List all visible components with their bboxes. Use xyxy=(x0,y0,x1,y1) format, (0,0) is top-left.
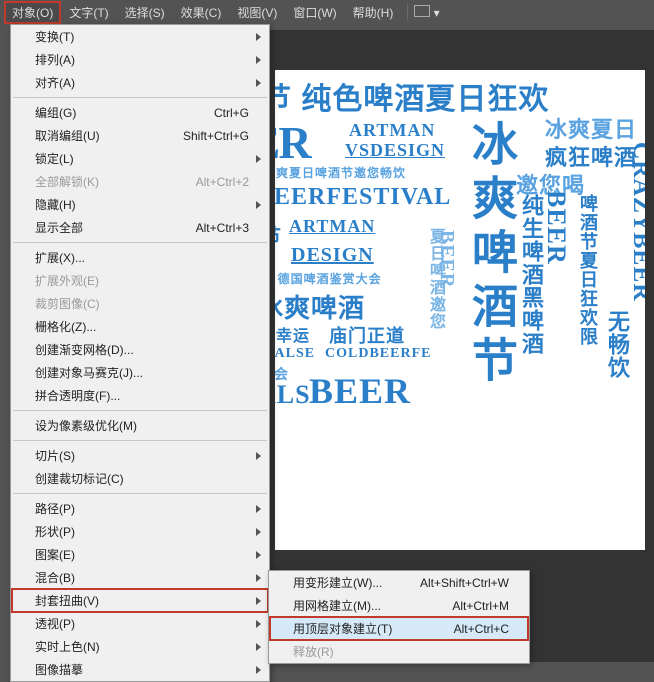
submenu-arrow-icon xyxy=(256,505,261,513)
art-text: 庙门正道 xyxy=(329,322,405,348)
shortcut: Alt+Shift+Ctrl+W xyxy=(420,576,509,590)
shortcut: Alt+Ctrl+3 xyxy=(196,221,249,235)
art-text: , 德国啤酒鉴赏大会 xyxy=(275,270,382,287)
art-text: 啤酒节夏日狂欢限 xyxy=(575,194,601,346)
submenu-make-warp[interactable]: 用变形建立(W)...Alt+Shift+Ctrl+W xyxy=(269,571,529,594)
shortcut: Ctrl+G xyxy=(214,106,249,120)
submenu-arrow-icon xyxy=(256,597,261,605)
submenu-arrow-icon xyxy=(256,452,261,460)
menu-shape[interactable]: 形状(P) xyxy=(11,520,269,543)
menu-ungroup[interactable]: 取消编组(U)Shift+Ctrl+G xyxy=(11,124,269,147)
separator xyxy=(13,440,267,441)
shortcut: Alt+Ctrl+C xyxy=(454,622,509,636)
submenu-make-top-object[interactable]: 用顶层对象建立(T)Alt+Ctrl+C xyxy=(269,617,529,640)
submenu-arrow-icon xyxy=(256,666,261,674)
submenu-release: 释放(R) xyxy=(269,640,529,663)
menu-window[interactable]: 窗口(W) xyxy=(285,1,344,24)
menu-rasterize[interactable]: 栅格化(Z)... xyxy=(11,315,269,338)
menu-perspective[interactable]: 透视(P) xyxy=(11,612,269,635)
menu-gradient-mesh[interactable]: 创建渐变网格(D)... xyxy=(11,338,269,361)
art-text: 无畅饮 xyxy=(601,310,633,379)
menu-pattern[interactable]: 图案(E) xyxy=(11,543,269,566)
menu-transform[interactable]: 变换(T) xyxy=(11,25,269,48)
art-text: ARTMAN xyxy=(349,120,435,141)
menu-show-all[interactable]: 显示全部Alt+Ctrl+3 xyxy=(11,216,269,239)
menu-select[interactable]: 选择(S) xyxy=(117,1,173,24)
submenu-arrow-icon xyxy=(256,56,261,64)
shortcut: Shift+Ctrl+G xyxy=(183,129,249,143)
art-text: BEER xyxy=(309,370,411,412)
menu-live-paint[interactable]: 实时上色(N) xyxy=(11,635,269,658)
menu-type[interactable]: 文字(T) xyxy=(61,1,116,24)
menu-view[interactable]: 视图(V) xyxy=(229,1,285,24)
menubar: 对象(O) 文字(T) 选择(S) 效果(C) 视图(V) 窗口(W) 帮助(H… xyxy=(0,0,654,24)
shortcut: Alt+Ctrl+2 xyxy=(196,175,249,189)
art-text: BEERFESTIVAL xyxy=(275,184,451,211)
menu-hide[interactable]: 隐藏(H) xyxy=(11,193,269,216)
menu-slice[interactable]: 切片(S) xyxy=(11,444,269,467)
art-text: CRAZYBEER xyxy=(627,142,645,302)
art-text: EER xyxy=(275,116,310,169)
submenu-arrow-icon xyxy=(256,574,261,582)
object-menu: 变换(T) 排列(A) 对齐(A) 编组(G)Ctrl+G 取消编组(U)Shi… xyxy=(10,24,270,682)
separator xyxy=(13,242,267,243)
separator xyxy=(13,97,267,98)
menu-arrange[interactable]: 排列(A) xyxy=(11,48,269,71)
envelope-submenu: 用变形建立(W)...Alt+Shift+Ctrl+W 用网格建立(M)...A… xyxy=(268,570,530,664)
menu-expand[interactable]: 扩展(X)... xyxy=(11,246,269,269)
art-text: COLDBEERFE xyxy=(325,346,431,362)
artboard: 节 纯色啤酒夏日狂欢 冰爽夏日 疯狂啤酒 邀您喝 EER ARTMAN VSDE… xyxy=(275,70,645,550)
submenu-arrow-icon xyxy=(256,620,261,628)
menu-lock[interactable]: 锁定(L) xyxy=(11,147,269,170)
menu-image-trace[interactable]: 图像描摹 xyxy=(11,658,269,681)
menu-object[interactable]: 对象(O) xyxy=(4,1,61,24)
menu-object-mosaic[interactable]: 创建对象马赛克(J)... xyxy=(11,361,269,384)
separator xyxy=(407,4,408,20)
menu-expand-appearance: 扩展外观(E) xyxy=(11,269,269,292)
art-text: 冰爽啤酒 xyxy=(275,288,365,325)
menu-flatten[interactable]: 拼合透明度(F)... xyxy=(11,384,269,407)
menu-blend[interactable]: 混合(B) xyxy=(11,566,269,589)
art-text: 节 纯色啤酒夏日狂欢 xyxy=(275,74,549,118)
art-text: BEER xyxy=(541,190,571,265)
art-text: RIALSE xyxy=(275,346,315,362)
menu-crop-image: 裁剪图像(C) xyxy=(11,292,269,315)
submenu-arrow-icon xyxy=(256,551,261,559)
art-text: 京爽夏日啤酒节邀您畅饮 xyxy=(275,164,406,181)
menu-unlock-all: 全部解锁(K)Alt+Ctrl+2 xyxy=(11,170,269,193)
doc-arrange-icon[interactable]: ▾ xyxy=(414,5,439,20)
submenu-arrow-icon xyxy=(256,155,261,163)
submenu-arrow-icon xyxy=(256,643,261,651)
art-text: 节 xyxy=(275,220,282,249)
menu-group[interactable]: 编组(G)Ctrl+G xyxy=(11,101,269,124)
menu-pixel-perfect[interactable]: 设为像素级优化(M) xyxy=(11,414,269,437)
art-text: VSDESIGN xyxy=(345,140,445,161)
separator xyxy=(13,410,267,411)
art-text: 越幸运 xyxy=(275,322,310,346)
menu-envelope-distort[interactable]: 封套扭曲(V) xyxy=(11,589,269,612)
separator xyxy=(13,493,267,494)
menu-help[interactable]: 帮助(H) xyxy=(345,1,402,24)
menu-effect[interactable]: 效果(C) xyxy=(173,1,230,24)
submenu-arrow-icon xyxy=(256,528,261,536)
art-text: ALS xyxy=(275,380,311,410)
submenu-arrow-icon xyxy=(256,79,261,87)
art-text: DESIGN xyxy=(291,244,374,267)
menu-align[interactable]: 对齐(A) xyxy=(11,71,269,94)
submenu-arrow-icon xyxy=(256,201,261,209)
art-text: BEER xyxy=(435,230,458,288)
submenu-make-mesh[interactable]: 用网格建立(M)...Alt+Ctrl+M xyxy=(269,594,529,617)
submenu-arrow-icon xyxy=(256,33,261,41)
menu-path[interactable]: 路径(P) xyxy=(11,497,269,520)
art-text: ARTMAN xyxy=(289,216,375,237)
shortcut: Alt+Ctrl+M xyxy=(452,599,509,613)
menu-trim-marks[interactable]: 创建裁切标记(C) xyxy=(11,467,269,490)
